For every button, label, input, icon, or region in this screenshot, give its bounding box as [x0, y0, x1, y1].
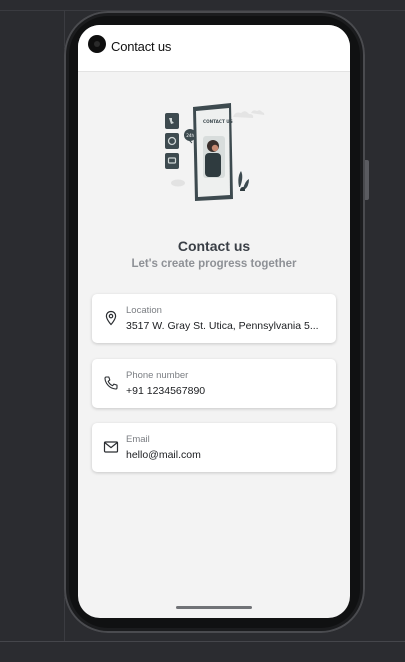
- illustration-text: CONTACT US: [203, 119, 233, 124]
- camera-cutout: [88, 35, 106, 53]
- phone-icon: [104, 376, 118, 390]
- location-pin-icon: [105, 310, 117, 326]
- email-card[interactable]: Email hello@mail.com: [92, 423, 336, 472]
- badge-text: 24h: [186, 133, 194, 138]
- shadow-shape: [171, 179, 185, 187]
- phone-label: Phone number: [126, 370, 189, 381]
- editor-bottom-bar: [0, 641, 405, 662]
- mail-icon: [103, 441, 119, 453]
- phone-graphic: CONTACT US: [193, 103, 233, 201]
- side-app-icons: [165, 113, 179, 169]
- page-subheading: Let's create progress together: [131, 258, 297, 270]
- email-value: hello@mail.com: [126, 449, 201, 461]
- app-bar-title: Contact us: [111, 39, 172, 54]
- app-bar: Contact us: [78, 25, 350, 72]
- location-value: 3517 W. Gray St. Utica, Pennsylvania 5..…: [126, 320, 319, 332]
- page-heading: Contact us: [177, 238, 251, 254]
- app-screen: Contact us CONTACT US 24h Contact us Let…: [78, 25, 350, 618]
- plant-icon: [238, 171, 249, 191]
- email-label: Email: [126, 434, 150, 445]
- device-power-button: [365, 160, 369, 200]
- home-indicator[interactable]: [176, 606, 252, 609]
- phone-value: +91 1234567890: [126, 385, 206, 397]
- editor-top-strip: [0, 0, 405, 11]
- location-card[interactable]: Location 3517 W. Gray St. Utica, Pennsyl…: [92, 294, 336, 343]
- phone-card[interactable]: Phone number +91 1234567890: [92, 359, 336, 408]
- location-label: Location: [126, 305, 162, 316]
- contact-illustration: CONTACT US 24h: [165, 103, 265, 201]
- cloud-icon: [233, 110, 265, 118]
